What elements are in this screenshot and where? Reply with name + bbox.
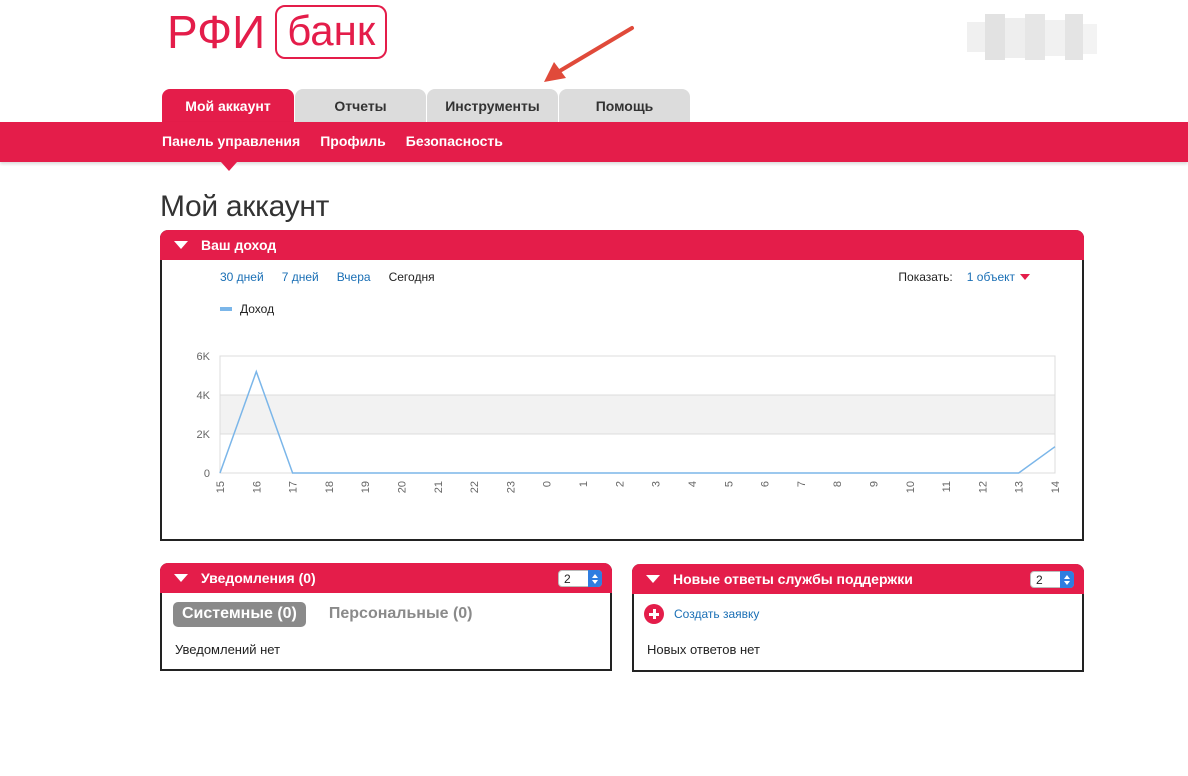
y-tick-label: 6K (197, 351, 211, 363)
y-tick-label: 4K (197, 390, 211, 402)
notifications-per-page-stepper[interactable]: 2 (558, 570, 602, 587)
rfi-bank-logo[interactable]: РФИ банк (167, 4, 388, 60)
logo-text-rfi: РФИ (167, 6, 266, 58)
create-request-link[interactable]: Создать заявку (644, 604, 759, 624)
stepper-arrows-icon[interactable] (588, 570, 602, 587)
x-tick-label: 22 (469, 481, 481, 493)
x-tick-label: 8 (832, 481, 844, 487)
support-empty-text: Новых ответов нет (647, 642, 760, 657)
create-request-label[interactable]: Создать заявку (674, 607, 759, 621)
support-panel-header[interactable]: Новые ответы службы поддержки 2 (632, 564, 1084, 594)
page-title: Мой аккаунт (160, 190, 330, 223)
income-line-chart: 02K4K6K15 16 17 18 19 20 21 22 23 0 1 2 3 4 5 6 7 8 9 10 11 1… (197, 351, 1062, 493)
subnav-profile[interactable]: Профиль (320, 133, 386, 149)
subnav-dashboard[interactable]: Панель управления (162, 133, 300, 149)
tab-help[interactable]: Помощь (559, 89, 690, 122)
tab-system-notifications[interactable]: Системные (0) (173, 602, 306, 627)
x-tick-label: 15 (215, 481, 227, 493)
sub-navigation-bar: Панель управления Профиль Безопасность (0, 122, 1188, 162)
x-tick-label: 2 (614, 481, 626, 487)
x-tick-label: 6 (760, 481, 772, 487)
x-tick-label: 23 (505, 481, 517, 493)
blurred-user-info (967, 14, 1097, 60)
y-tick-label: 0 (204, 468, 210, 480)
x-tick-label: 7 (796, 481, 808, 487)
notifications-panel: Уведомления (0) 2 Системные (0) Персонал… (160, 563, 612, 671)
x-tick-label: 20 (397, 481, 409, 493)
x-tick-label: 5 (723, 481, 735, 487)
x-tick-label: 4 (687, 481, 699, 487)
x-tick-label: 9 (868, 481, 880, 487)
x-tick-label: 1 (578, 481, 590, 487)
tab-reports[interactable]: Отчеты (295, 89, 426, 122)
active-subnav-pointer-icon (221, 162, 237, 171)
support-panel-title: Новые ответы службы поддержки (673, 571, 913, 587)
x-tick-label: 10 (905, 481, 917, 493)
tab-my-account[interactable]: Мой аккаунт (162, 89, 294, 122)
collapse-triangle-icon[interactable] (646, 575, 660, 583)
chart-grid-band (220, 395, 1055, 434)
stepper-arrows-icon[interactable] (1060, 571, 1074, 588)
stepper-value: 2 (1036, 572, 1043, 587)
income-panel: Ваш доход 30 дней 7 дней Вчера Сегодня П… (160, 230, 1084, 541)
notifications-panel-header[interactable]: Уведомления (0) 2 (160, 563, 612, 593)
main-tabs: Мой аккаунт Отчеты Инструменты Помощь (162, 89, 691, 122)
notification-tabs: Системные (0) Персональные (0) (173, 602, 496, 627)
x-tick-label: 17 (288, 481, 300, 493)
x-tick-label: 0 (542, 481, 554, 487)
support-replies-panel: Новые ответы службы поддержки 2 Создать … (632, 564, 1084, 672)
x-tick-label: 21 (433, 481, 445, 493)
collapse-triangle-icon[interactable] (174, 574, 188, 582)
x-tick-label: 13 (1014, 481, 1026, 493)
stepper-value: 2 (564, 571, 571, 586)
y-tick-label: 2K (197, 429, 211, 441)
annotation-arrow-icon (544, 26, 634, 82)
x-tick-label: 14 (1050, 481, 1062, 493)
x-tick-label: 12 (977, 481, 989, 493)
support-per-page-stepper[interactable]: 2 (1030, 571, 1074, 588)
notifications-panel-title: Уведомления (0) (201, 570, 316, 586)
tab-personal-notifications[interactable]: Персональные (0) (320, 602, 482, 627)
x-tick-label: 16 (251, 481, 263, 493)
subnav-security[interactable]: Безопасность (406, 133, 503, 149)
notifications-empty-text: Уведомлений нет (175, 642, 281, 657)
x-tick-label: 11 (941, 481, 953, 492)
plus-icon[interactable] (644, 604, 664, 624)
tab-tools[interactable]: Инструменты (427, 89, 558, 122)
x-tick-label: 19 (360, 481, 372, 493)
x-tick-label: 18 (324, 481, 336, 493)
x-tick-label: 3 (651, 481, 663, 487)
logo-text-bank: банк (275, 5, 388, 59)
